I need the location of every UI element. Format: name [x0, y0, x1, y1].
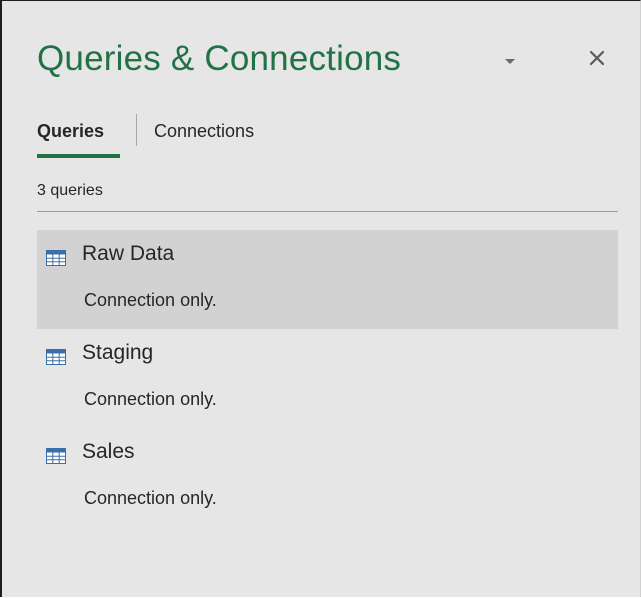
query-item-raw-data[interactable]: Raw Data Connection only.	[37, 230, 618, 329]
query-item-staging[interactable]: Staging Connection only.	[37, 329, 618, 428]
pane-options-button[interactable]	[501, 53, 519, 71]
query-item-sales[interactable]: Sales Connection only.	[37, 428, 618, 527]
tab-queries[interactable]: Queries	[37, 121, 104, 142]
table-icon	[46, 349, 66, 365]
table-icon	[46, 250, 66, 266]
chevron-down-icon	[505, 59, 515, 64]
close-icon	[589, 50, 605, 66]
tab-connections[interactable]: Connections	[154, 121, 254, 142]
query-name: Sales	[82, 440, 135, 463]
query-status: Connection only.	[84, 290, 217, 310]
query-count: 3 queries	[37, 182, 103, 199]
query-list: Raw Data Connection only. Staging Connec…	[37, 230, 618, 527]
query-name: Staging	[82, 341, 154, 364]
query-status: Connection only.	[84, 389, 217, 409]
table-icon	[46, 448, 66, 464]
pane-title: Queries & Connections	[37, 39, 402, 78]
active-tab-indicator	[37, 154, 120, 158]
query-name: Raw Data	[82, 242, 175, 265]
close-button[interactable]	[584, 45, 610, 71]
queries-connections-pane: Queries & Connections Queries Connection…	[0, 0, 641, 597]
tab-divider	[136, 114, 137, 146]
query-status: Connection only.	[84, 488, 217, 508]
divider	[37, 211, 618, 212]
